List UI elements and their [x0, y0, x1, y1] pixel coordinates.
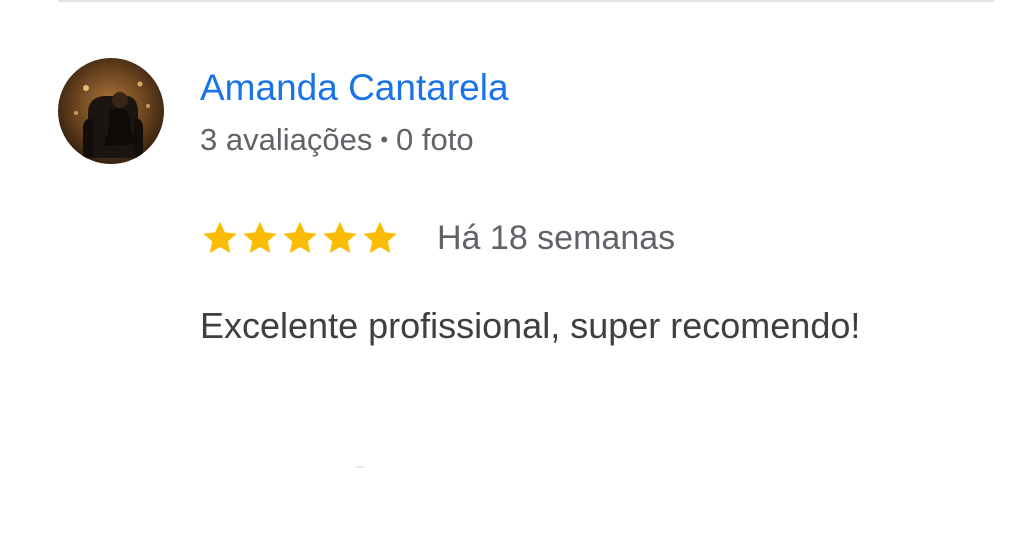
star-rating	[200, 218, 400, 258]
star-icon	[323, 221, 357, 253]
star-icon	[243, 221, 277, 253]
top-divider	[58, 0, 994, 2]
rating-row: Há 18 semanas	[200, 214, 675, 262]
star-icon	[203, 221, 237, 253]
reviews-count: 3 avaliações	[200, 122, 373, 157]
photos-count: 0 foto	[396, 122, 474, 157]
author-meta: 3 avaliações • 0 foto	[200, 120, 474, 160]
author-avatar[interactable]	[58, 58, 164, 164]
star-icon	[363, 221, 397, 253]
review-time: Há 18 semanas	[437, 219, 676, 257]
avatar-photo	[58, 58, 164, 164]
review-text: Excelente profissional, super recomendo!	[200, 305, 861, 346]
divider-speck	[356, 466, 364, 468]
author-name-link[interactable]: Amanda Cantarela	[200, 66, 509, 110]
star-icon	[283, 221, 317, 253]
meta-separator: •	[380, 127, 389, 152]
